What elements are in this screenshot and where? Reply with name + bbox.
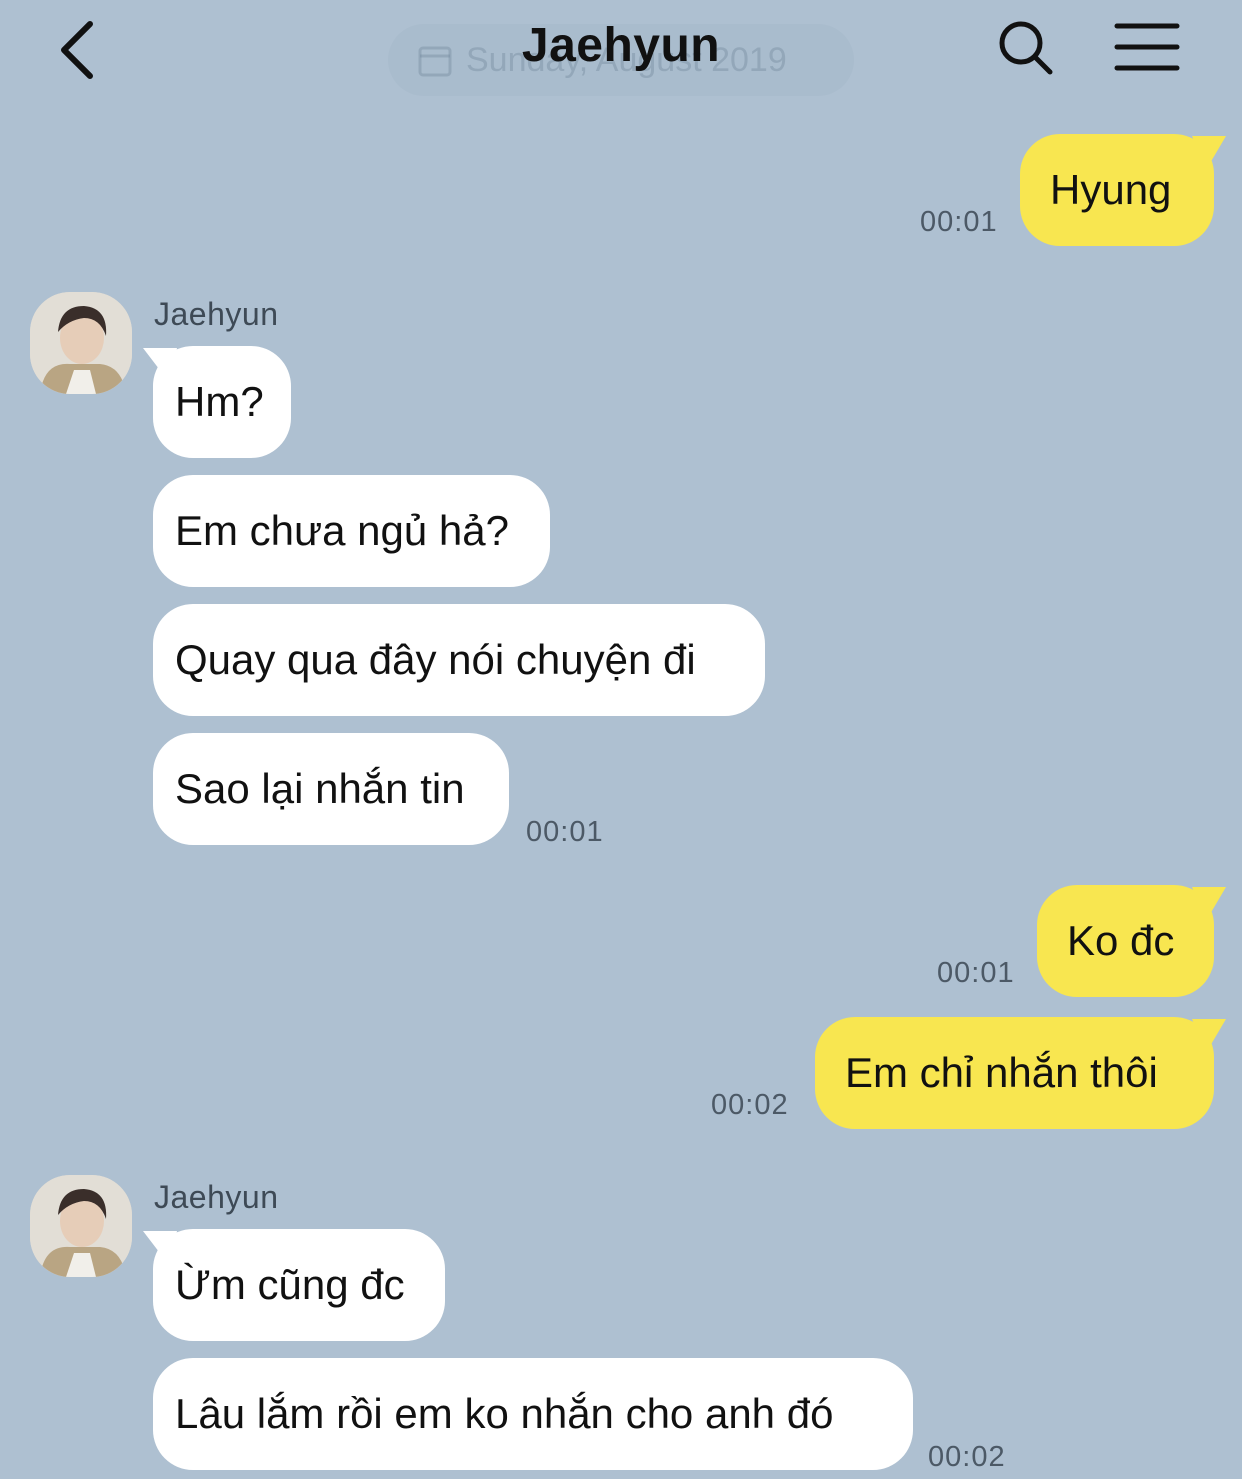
message-time: 00:01 (920, 206, 998, 238)
message-text: Em chỉ nhắn thôi (845, 1049, 1158, 1096)
sender-name: Jaehyun (154, 1179, 279, 1215)
message-text: Ừm cũng đc (175, 1261, 405, 1308)
incoming-message-bubble[interactable]: Quay qua đây nói chuyện đi (153, 604, 765, 716)
message-text: Em chưa ngủ hả? (175, 507, 509, 554)
message-text: Ko đc (1067, 917, 1175, 964)
avatar-photo (30, 292, 132, 394)
avatar[interactable] (30, 1175, 132, 1277)
incoming-message-bubble[interactable]: Em chưa ngủ hả? (153, 475, 550, 587)
chat-header: Sunday, August 2019 Jaehyun (0, 0, 1242, 112)
incoming-message-bubble[interactable]: Lâu lắm rồi em ko nhắn cho anh đó (153, 1358, 913, 1470)
sender-name: Jaehyun (154, 296, 279, 332)
message-text: Hm? (175, 378, 264, 425)
search-button[interactable] (996, 18, 1056, 78)
incoming-message-bubble[interactable]: Ừm cũng đc (143, 1229, 445, 1341)
incoming-message-bubble[interactable]: Sao lại nhắn tin (153, 733, 509, 845)
search-icon (999, 21, 1053, 75)
message-text: Quay qua đây nói chuyện đi (175, 636, 696, 683)
message-time: 00:02 (928, 1441, 1006, 1473)
message-time: 00:02 (711, 1089, 789, 1121)
outgoing-message-bubble[interactable]: Ko đc (1037, 885, 1226, 997)
outgoing-message-bubble[interactable]: Em chỉ nhắn thôi (815, 1017, 1226, 1129)
avatar[interactable] (30, 292, 132, 394)
message-text: Sao lại nhắn tin (175, 765, 465, 812)
message-time: 00:01 (937, 957, 1015, 989)
outgoing-message-bubble[interactable]: Hyung (1020, 134, 1226, 246)
hamburger-menu-icon (1114, 23, 1180, 71)
message-text: Lâu lắm rồi em ko nhắn cho anh đó (175, 1390, 834, 1437)
incoming-message-bubble[interactable]: Hm? (143, 346, 291, 458)
bubble-tail (1192, 1019, 1226, 1053)
menu-button[interactable] (1112, 18, 1182, 78)
message-time: 00:01 (526, 816, 604, 848)
bubble-tail (143, 1231, 177, 1265)
bubble-tail (1192, 887, 1226, 921)
message-text: Hyung (1050, 166, 1172, 213)
avatar-photo (30, 1175, 132, 1277)
bubble-tail (1192, 136, 1226, 170)
bubble-tail (143, 348, 177, 382)
